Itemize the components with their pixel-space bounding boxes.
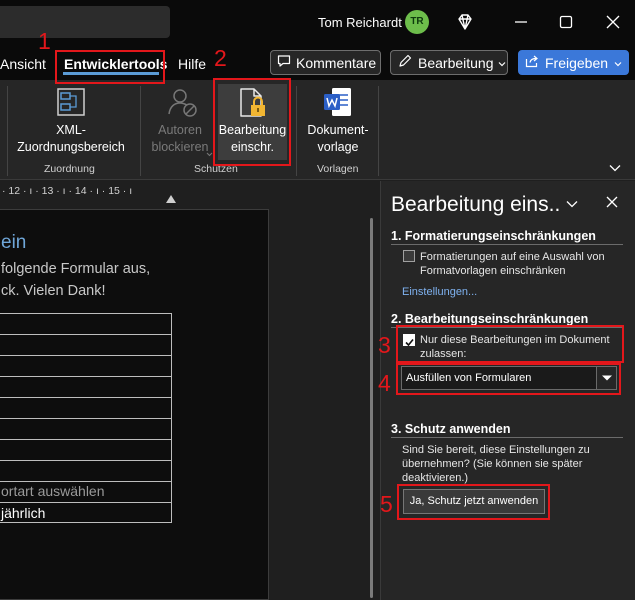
- document-text-line: ck. Vielen Dank!: [1, 283, 106, 299]
- table-row: [0, 418, 172, 419]
- indent-marker[interactable]: [166, 195, 176, 203]
- share-button[interactable]: Freigeben: [518, 50, 629, 75]
- pane-options-chevron-icon[interactable]: [565, 197, 579, 215]
- block-authors-icon: [166, 86, 198, 123]
- share-icon: [525, 54, 539, 71]
- ruler[interactable]: · 12 · ı · 13 · ı · 14 · ı · 15 · ı: [0, 181, 380, 203]
- document-template-label-1: Dokument-: [307, 123, 369, 137]
- dropdown-placeholder[interactable]: ortart auswählen: [1, 483, 105, 499]
- table-row: [0, 334, 172, 335]
- ribbon-separator: [296, 86, 297, 176]
- section-divider: [391, 244, 623, 245]
- ribbon-separator: [140, 86, 141, 176]
- group-label-templates: Vorlagen: [317, 163, 359, 175]
- maximize-icon[interactable]: [555, 11, 577, 33]
- table-row: [0, 502, 172, 503]
- annotation-number-5: 5: [380, 491, 393, 517]
- highlight-box-1: [55, 50, 165, 84]
- comments-label: Kommentare: [296, 54, 377, 71]
- ribbon-separator: [7, 86, 8, 176]
- document-text-line: folgende Formular aus,: [1, 261, 151, 277]
- collapse-ribbon-icon[interactable]: [608, 160, 622, 178]
- annotation-number-3: 3: [378, 332, 391, 358]
- document-heading: ein: [1, 232, 27, 253]
- block-authors-label-1: Autoren: [158, 123, 202, 137]
- table-border: [0, 522, 172, 523]
- table-row: [0, 397, 172, 398]
- pane-close-icon[interactable]: [605, 195, 619, 214]
- document-template-label-2: vorlage: [317, 140, 359, 154]
- highlight-box-5: [397, 484, 550, 520]
- editing-label: Bearbeitung: [418, 54, 494, 71]
- annotation-number-1: 1: [38, 28, 51, 54]
- editing-mode-button[interactable]: Bearbeitung: [390, 50, 508, 75]
- chevron-down-icon: [498, 55, 506, 71]
- ruler-ticks: · 12 · ı · 13 · ı · 14 · ı · 15 · ı: [2, 185, 133, 197]
- chevron-down-icon: [614, 55, 622, 71]
- tab-hilfe[interactable]: Hilfe: [178, 56, 206, 72]
- word-icon: [323, 86, 353, 123]
- table-cell-value[interactable]: jährlich: [1, 505, 45, 521]
- section-divider: [391, 437, 623, 438]
- table-row: [0, 355, 172, 356]
- table-row: [0, 481, 172, 482]
- highlight-box-4: [396, 363, 621, 395]
- pane-title: Bearbeitung eins..: [391, 193, 561, 216]
- pencil-icon: [397, 53, 413, 72]
- table-row: [0, 313, 172, 314]
- share-label: Freigeben: [545, 54, 609, 71]
- table-row: [0, 439, 172, 440]
- apply-protection-text: Sind Sie bereit, diese Einstellungen zu …: [402, 444, 590, 484]
- xml-mapping-pane-button[interactable]: XML- Zuordnungsbereich: [12, 84, 130, 160]
- annotation-number-2: 2: [214, 45, 227, 71]
- user-name[interactable]: Tom Reichardt: [318, 15, 402, 30]
- diamond-icon[interactable]: [454, 11, 476, 33]
- section-title-formatting: 1. Formatierungseinschränkungen: [391, 229, 596, 243]
- scrollbar-thumb[interactable]: [370, 218, 373, 598]
- section-title-apply: 3. Schutz anwenden: [391, 422, 511, 436]
- formatting-restriction-checkbox[interactable]: [403, 250, 415, 262]
- xml-mapping-label-1: XML-: [56, 123, 86, 137]
- xml-mapping-label-2: Zuordnungsbereich: [17, 140, 125, 154]
- tab-ansicht[interactable]: Ansicht: [0, 56, 46, 72]
- group-label-mapping: Zuordnung: [44, 163, 95, 175]
- close-icon[interactable]: [602, 11, 624, 33]
- table-border: [171, 313, 172, 523]
- xml-mapping-icon: [56, 87, 86, 122]
- comments-button[interactable]: Kommentare: [270, 50, 381, 75]
- title-bar: Tom Reichardt TR: [0, 0, 635, 46]
- block-authors-button: Autoren blockieren: [144, 84, 216, 160]
- ribbon-separator: [378, 86, 379, 176]
- avatar[interactable]: TR: [405, 10, 429, 34]
- minimize-icon[interactable]: [510, 11, 532, 33]
- chevron-down-icon: [206, 145, 213, 163]
- document-template-button[interactable]: Dokument- vorlage: [300, 84, 376, 160]
- highlight-box-3: [396, 325, 624, 363]
- annotation-number-4: 4: [378, 370, 391, 396]
- table-row: [0, 460, 172, 461]
- table-row: [0, 376, 172, 377]
- comment-icon: [277, 54, 291, 71]
- search-box[interactable]: [0, 6, 170, 38]
- section-title-editing: 2. Bearbeitungseinschränkungen: [391, 312, 589, 326]
- settings-link[interactable]: Einstellungen...: [402, 286, 477, 298]
- formatting-restriction-label: Formatierungen auf eine Auswahl von Form…: [420, 251, 605, 277]
- highlight-box-2: [213, 78, 291, 166]
